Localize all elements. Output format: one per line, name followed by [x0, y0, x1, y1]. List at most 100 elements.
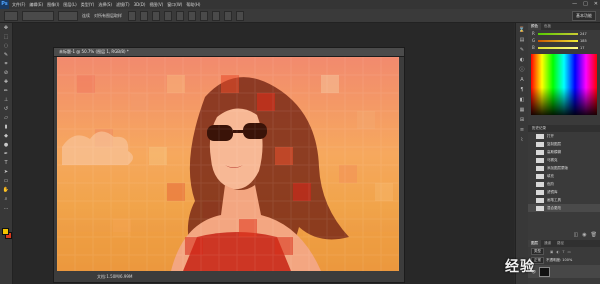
option-icon[interactable]: [188, 10, 196, 21]
menu-edit[interactable]: 编辑(E): [29, 2, 43, 8]
tab-swatches[interactable]: 色板: [541, 23, 554, 30]
option-icon[interactable]: [236, 10, 244, 21]
layer-kind-select[interactable]: 类型: [531, 248, 544, 255]
menu-layer[interactable]: 图层(L): [63, 2, 76, 8]
close-button[interactable]: ✕: [594, 0, 598, 9]
document-canvas[interactable]: [57, 57, 399, 271]
hand-tool-icon[interactable]: ✋: [2, 187, 10, 194]
styles-panel-icon[interactable]: ◧: [519, 97, 526, 103]
menu-image[interactable]: 图像(I): [47, 2, 59, 8]
history-item[interactable]: 复制图层: [528, 140, 600, 148]
tool-preset-picker[interactable]: [4, 10, 18, 21]
healing-brush-tool-icon[interactable]: ✚: [2, 79, 10, 86]
history-panel-icon[interactable]: ⌛: [519, 27, 526, 33]
history-item[interactable]: 色阶: [528, 180, 600, 188]
tab-paths[interactable]: 路径: [554, 240, 567, 247]
marquee-tool-icon[interactable]: ⬚: [2, 34, 10, 41]
tab-layers[interactable]: 图层: [528, 240, 541, 247]
color-slider-g[interactable]: G 185: [528, 37, 600, 44]
history-item[interactable]: 打开: [528, 132, 600, 140]
zoom-tool-icon[interactable]: ⌕: [2, 196, 10, 203]
slider-track[interactable]: [538, 39, 578, 42]
paragraph-panel-icon[interactable]: ¶: [519, 87, 526, 93]
properties-panel-icon[interactable]: ▤: [519, 37, 526, 43]
pen-tool-icon[interactable]: ✒: [2, 151, 10, 158]
document-tab[interactable]: 未标题-1 @ 50.7% (图层 1, RGB/8) *: [54, 48, 404, 57]
color-spectrum[interactable]: [531, 54, 597, 115]
move-tool-icon[interactable]: ✥: [2, 25, 10, 32]
trash-icon[interactable]: 🗑: [591, 232, 597, 240]
option-icon[interactable]: [176, 10, 184, 21]
option-icon[interactable]: [200, 10, 208, 21]
blur-tool-icon[interactable]: ◆: [2, 133, 10, 140]
menu-select[interactable]: 选择(S): [98, 2, 112, 8]
shape-filter-icon[interactable]: ▭: [568, 250, 571, 254]
option-icon[interactable]: [128, 10, 136, 21]
gradient-tool-icon[interactable]: ▮: [2, 124, 10, 131]
crop-tool-icon[interactable]: ⌗: [2, 61, 10, 68]
history-item[interactable]: 高斯模糊: [528, 148, 600, 156]
swatches-panel-icon[interactable]: ▦: [519, 107, 526, 113]
channels-panel-icon[interactable]: ≡: [519, 127, 526, 133]
paths-panel-icon[interactable]: ⌇: [519, 137, 526, 143]
lasso-tool-icon[interactable]: ◌: [2, 43, 10, 50]
sample-all-layers-label[interactable]: 对所有图层取样: [94, 13, 122, 19]
history-item-selected[interactable]: 混合更改: [528, 204, 600, 212]
tab-color[interactable]: 颜色: [528, 23, 541, 30]
option-icon[interactable]: [212, 10, 220, 21]
brush-tool-icon[interactable]: ✏: [2, 88, 10, 95]
menu-filter[interactable]: 滤镜(T): [116, 2, 130, 8]
more-tools-icon[interactable]: …: [2, 205, 10, 212]
eraser-tool-icon[interactable]: ▱: [2, 115, 10, 122]
workspace-select[interactable]: 基本功能: [572, 11, 596, 21]
history-thumb-icon: [536, 173, 544, 179]
maximize-button[interactable]: □: [583, 0, 588, 9]
history-item[interactable]: 画笔工具: [528, 196, 600, 204]
layer-row[interactable]: 👁: [528, 265, 600, 278]
menu-file[interactable]: 文件(F): [12, 2, 25, 8]
character-panel-icon[interactable]: A: [519, 77, 526, 83]
menu-window[interactable]: 窗口(W): [167, 2, 182, 8]
tab-history[interactable]: 历史记录: [532, 126, 546, 130]
option-icon[interactable]: [140, 10, 148, 21]
brush-size-picker[interactable]: [22, 10, 54, 21]
history-item[interactable]: 填充: [528, 172, 600, 180]
pixel-filter-icon[interactable]: ▣: [550, 250, 553, 254]
opacity-field[interactable]: 不透明度: 100%: [546, 258, 572, 263]
option-icon[interactable]: [152, 10, 160, 21]
tab-channels[interactable]: 通道: [541, 240, 554, 247]
menu-view[interactable]: 视图(V): [149, 2, 163, 8]
color-slider-b[interactable]: B 17: [528, 44, 600, 51]
brush-panel-icon[interactable]: ✎: [519, 47, 526, 53]
history-item[interactable]: 添加图层蒙版: [528, 164, 600, 172]
new-snapshot-icon[interactable]: ◫: [574, 232, 579, 240]
foreground-color-swatch[interactable]: [2, 228, 9, 235]
slider-track[interactable]: [538, 32, 578, 35]
history-item[interactable]: 马赛克: [528, 156, 600, 164]
mode-select[interactable]: [58, 10, 78, 21]
color-slider-r[interactable]: R 247: [528, 30, 600, 37]
dodge-tool-icon[interactable]: ●: [2, 142, 10, 149]
adjust-filter-icon[interactable]: ◐: [556, 250, 559, 254]
camera-icon[interactable]: ◉: [582, 232, 586, 240]
menu-type[interactable]: 类型(Y): [81, 2, 95, 8]
quick-select-tool-icon[interactable]: ✎: [2, 52, 10, 59]
eyedropper-tool-icon[interactable]: ⊘: [2, 70, 10, 77]
clone-stamp-tool-icon[interactable]: ⊥: [2, 97, 10, 104]
navigator-panel-icon[interactable]: ⊞: [519, 117, 526, 123]
history-item[interactable]: 滤镜库: [528, 188, 600, 196]
contiguous-label[interactable]: 连续: [82, 13, 90, 19]
info-panel-icon[interactable]: ⓘ: [519, 67, 526, 73]
menu-3d[interactable]: 3D(D): [134, 2, 146, 8]
history-brush-tool-icon[interactable]: ↺: [2, 106, 10, 113]
type-tool-icon[interactable]: T: [2, 160, 10, 167]
option-icon[interactable]: [224, 10, 232, 21]
option-icon[interactable]: [164, 10, 172, 21]
path-select-tool-icon[interactable]: ➤: [2, 169, 10, 176]
adjustments-panel-icon[interactable]: ◐: [519, 57, 526, 63]
type-filter-icon[interactable]: T: [562, 250, 564, 254]
shape-tool-icon[interactable]: ▭: [2, 178, 10, 185]
slider-track[interactable]: [538, 46, 578, 49]
minimize-button[interactable]: —: [572, 0, 577, 9]
menu-help[interactable]: 帮助(H): [186, 2, 200, 8]
